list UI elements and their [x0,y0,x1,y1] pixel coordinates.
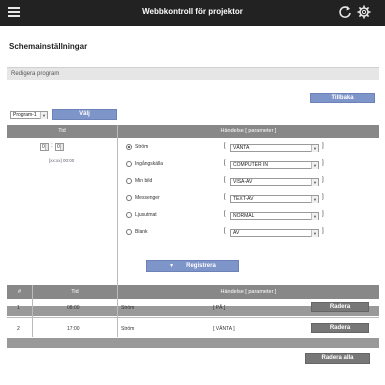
chevron-down-icon: ▼ [311,230,318,237]
row-event: Ström [121,326,135,332]
row-num: 1 [17,305,20,311]
bracket-close: ] [322,143,324,149]
event-label: Messenger [135,195,160,201]
chevron-down-icon: ▼ [311,145,318,152]
chevron-down-icon: ▼ [40,112,47,119]
event-label: Ljusutmat [135,212,157,218]
back-button[interactable]: Tillbaka [310,93,375,103]
minute-spinner[interactable]: 0 [55,143,64,151]
event-param-select[interactable]: TEXT-AV ▼ [230,195,319,203]
row-time: 17:00 [67,326,80,332]
register-button[interactable]: ▼ Registrera [146,260,239,272]
event-param-select[interactable]: VÄNTA ▼ [230,144,319,152]
row-param: [ PÅ ] [213,305,226,311]
divider [7,317,379,318]
delete-row-button[interactable]: Radera [311,323,369,333]
event-param-value: NORMAL [233,213,255,219]
sched-col-num: # [7,285,32,299]
schedule-footer-bar [7,338,379,348]
chevron-down-icon: ▼ [311,196,318,203]
divider [117,285,118,337]
row-time: 08:00 [67,305,80,311]
event-param-value: TEXT-AV [233,196,254,202]
event-label: Min bild [135,178,153,184]
event-param-select[interactable]: VISA-AV ▼ [230,178,319,186]
divider [117,125,118,307]
gear-icon[interactable] [357,5,371,19]
divider [32,285,33,337]
bracket-close: ] [322,177,324,183]
event-radio[interactable] [126,195,132,201]
hour-spinner[interactable]: 0 [40,143,49,151]
chevron-down-icon: ▼ [311,162,318,169]
chevron-down-icon: ▼ [311,213,318,220]
row-num: 2 [17,326,20,332]
event-radio[interactable] [126,212,132,218]
event-label: Ingångskälla [135,161,164,167]
row-event: Ström [121,305,135,311]
bracket-close: ] [322,160,324,166]
delete-row-button[interactable]: Radera [311,302,369,312]
col-event-header: Händelse [ parameter ] [118,125,379,138]
event-param-select[interactable]: AV ▼ [230,229,319,237]
event-param-value: VÄNTA [233,145,250,151]
bracket-open: [ [224,211,226,217]
event-param-value: VISA-AV [233,179,253,185]
program-select[interactable]: Program-1 ▼ [10,111,48,119]
chevron-down-icon: ▼ [311,179,318,186]
event-param-value: AV [233,230,240,236]
event-radio[interactable] [126,178,132,184]
bracket-open: [ [224,177,226,183]
event-label: Ström [135,144,149,150]
app-title: Webbkontroll för projektor [142,7,243,16]
delete-all-button[interactable]: Radera alla [305,353,370,364]
arrow-down-icon: ▼ [169,263,175,269]
bracket-open: [ [224,228,226,234]
row-param: [ VÄNTA ] [213,326,235,332]
top-bar: Webbkontroll för projektor [0,0,385,26]
event-radio[interactable] [126,229,132,235]
select-button[interactable]: Välj [52,109,117,120]
panel-header: Redigera program [7,67,379,80]
bracket-open: [ [224,143,226,149]
event-param-select[interactable]: NORMAL ▼ [230,212,319,220]
event-radio[interactable] [126,144,132,150]
bracket-close: ] [322,211,324,217]
sched-col-time: Tid [33,285,117,299]
bracket-close: ] [322,228,324,234]
event-radio[interactable] [126,161,132,167]
event-label: Blank [135,229,148,235]
bracket-close: ] [322,194,324,200]
page-title: Schemainställningar [9,42,88,51]
bracket-open: [ [224,160,226,166]
refresh-icon[interactable] [338,5,352,19]
col-time-header: Tid [7,125,117,138]
program-select-value: Program-1 [13,112,37,118]
register-label: Registrera [186,263,216,269]
edit-program-panel: Redigera program Tillbaka Program-1 ▼ Vä… [7,67,379,364]
event-param-select[interactable]: COMPUTER IN ▼ [230,161,319,169]
panel-title: Redigera program [11,71,60,77]
sched-col-event: Händelse [ parameter ] [118,285,379,299]
time-hint: [xx:xx] 00:00 [49,158,75,163]
bracket-open: [ [224,194,226,200]
time-separator: : [51,143,53,149]
event-param-value: COMPUTER IN [233,162,268,168]
